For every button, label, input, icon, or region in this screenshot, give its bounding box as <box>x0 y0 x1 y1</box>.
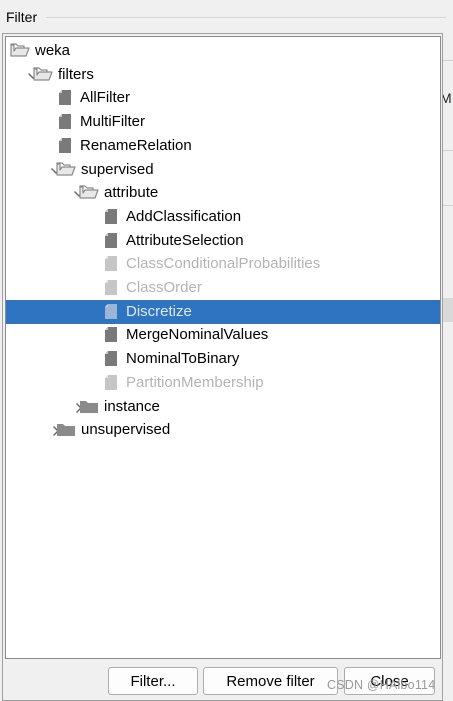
tree-node-label: filters <box>58 65 94 83</box>
watermark: CSDN @HAlbo114 <box>327 678 436 692</box>
tree-node-label: weka <box>35 42 71 59</box>
filter-chooser-dialog: weka filters AllFilter MultiFilter RenameRel… <box>2 33 443 701</box>
tree-node[interactable]: NominalToBinary <box>6 347 440 371</box>
tree-node-label: unsupervised <box>81 421 171 439</box>
tree-node-label: ClassConditionalProbabilities <box>126 255 321 273</box>
tree-node-label: MergeNominalValues <box>126 326 269 344</box>
file-icon <box>58 89 72 110</box>
tree-node[interactable]: RenameRelation <box>6 134 440 158</box>
tree-node-label: instance <box>104 397 160 415</box>
folder-open-icon <box>79 184 99 204</box>
tree-node-label: AddClassification <box>126 207 242 225</box>
file-icon <box>104 303 118 324</box>
file-icon <box>104 255 118 276</box>
tree-node[interactable]: filters <box>6 63 440 87</box>
tree-node-label: RenameRelation <box>80 136 192 154</box>
file-icon <box>104 208 118 229</box>
file-icon <box>104 232 118 253</box>
tree-node[interactable]: AllFilter <box>6 86 440 110</box>
filter-button[interactable]: Filter... <box>108 667 198 695</box>
tree-node[interactable]: MergeNominalValues <box>6 323 440 347</box>
tree-node[interactable]: attribute <box>6 181 440 205</box>
file-icon <box>104 374 118 395</box>
tree-node-label: AllFilter <box>80 89 131 107</box>
file-icon <box>58 113 72 134</box>
tree-node-label: PartitionMembership <box>126 373 264 391</box>
tree-node-label: attribute <box>104 184 159 202</box>
folder-open-icon <box>56 161 76 181</box>
folder-open-icon <box>33 66 53 86</box>
tree-node-label: AttributeSelection <box>126 231 244 249</box>
file-icon <box>104 326 118 347</box>
tree-node[interactable]: weka <box>6 39 440 63</box>
file-icon <box>58 137 72 158</box>
tree-node-label: MultiFilter <box>80 113 146 131</box>
folder-icon <box>79 398 99 418</box>
tree-node[interactable]: Discretize <box>6 299 440 324</box>
file-icon <box>104 350 118 371</box>
tree-node[interactable]: AttributeSelection <box>6 229 440 253</box>
tree-node[interactable]: ClassOrder <box>6 276 440 300</box>
tree-node[interactable]: PartitionMembership <box>6 371 440 395</box>
tree-node-label: Discretize <box>126 302 192 320</box>
tree-node-label: supervised <box>81 160 154 178</box>
remove-filter-button[interactable]: Remove filter <box>203 667 338 695</box>
tree-node[interactable]: ClassConditionalProbabilities <box>6 252 440 276</box>
tree-node-label: ClassOrder <box>126 279 202 296</box>
folder-open-icon <box>10 42 30 62</box>
tree-node[interactable]: instance <box>6 395 440 419</box>
filter-group-title: Filter <box>6 9 40 25</box>
folder-icon <box>56 421 76 441</box>
tree-node-label: NominalToBinary <box>126 350 240 368</box>
filter-group-border <box>46 17 446 18</box>
tree-node[interactable]: MultiFilter <box>6 110 440 134</box>
tree-node[interactable]: supervised <box>6 158 440 182</box>
tree-node[interactable]: AddClassification <box>6 205 440 229</box>
tree-node[interactable]: unsupervised <box>6 418 440 442</box>
filter-tree[interactable]: weka filters AllFilter MultiFilter RenameRel… <box>5 36 441 659</box>
file-icon <box>104 279 118 300</box>
